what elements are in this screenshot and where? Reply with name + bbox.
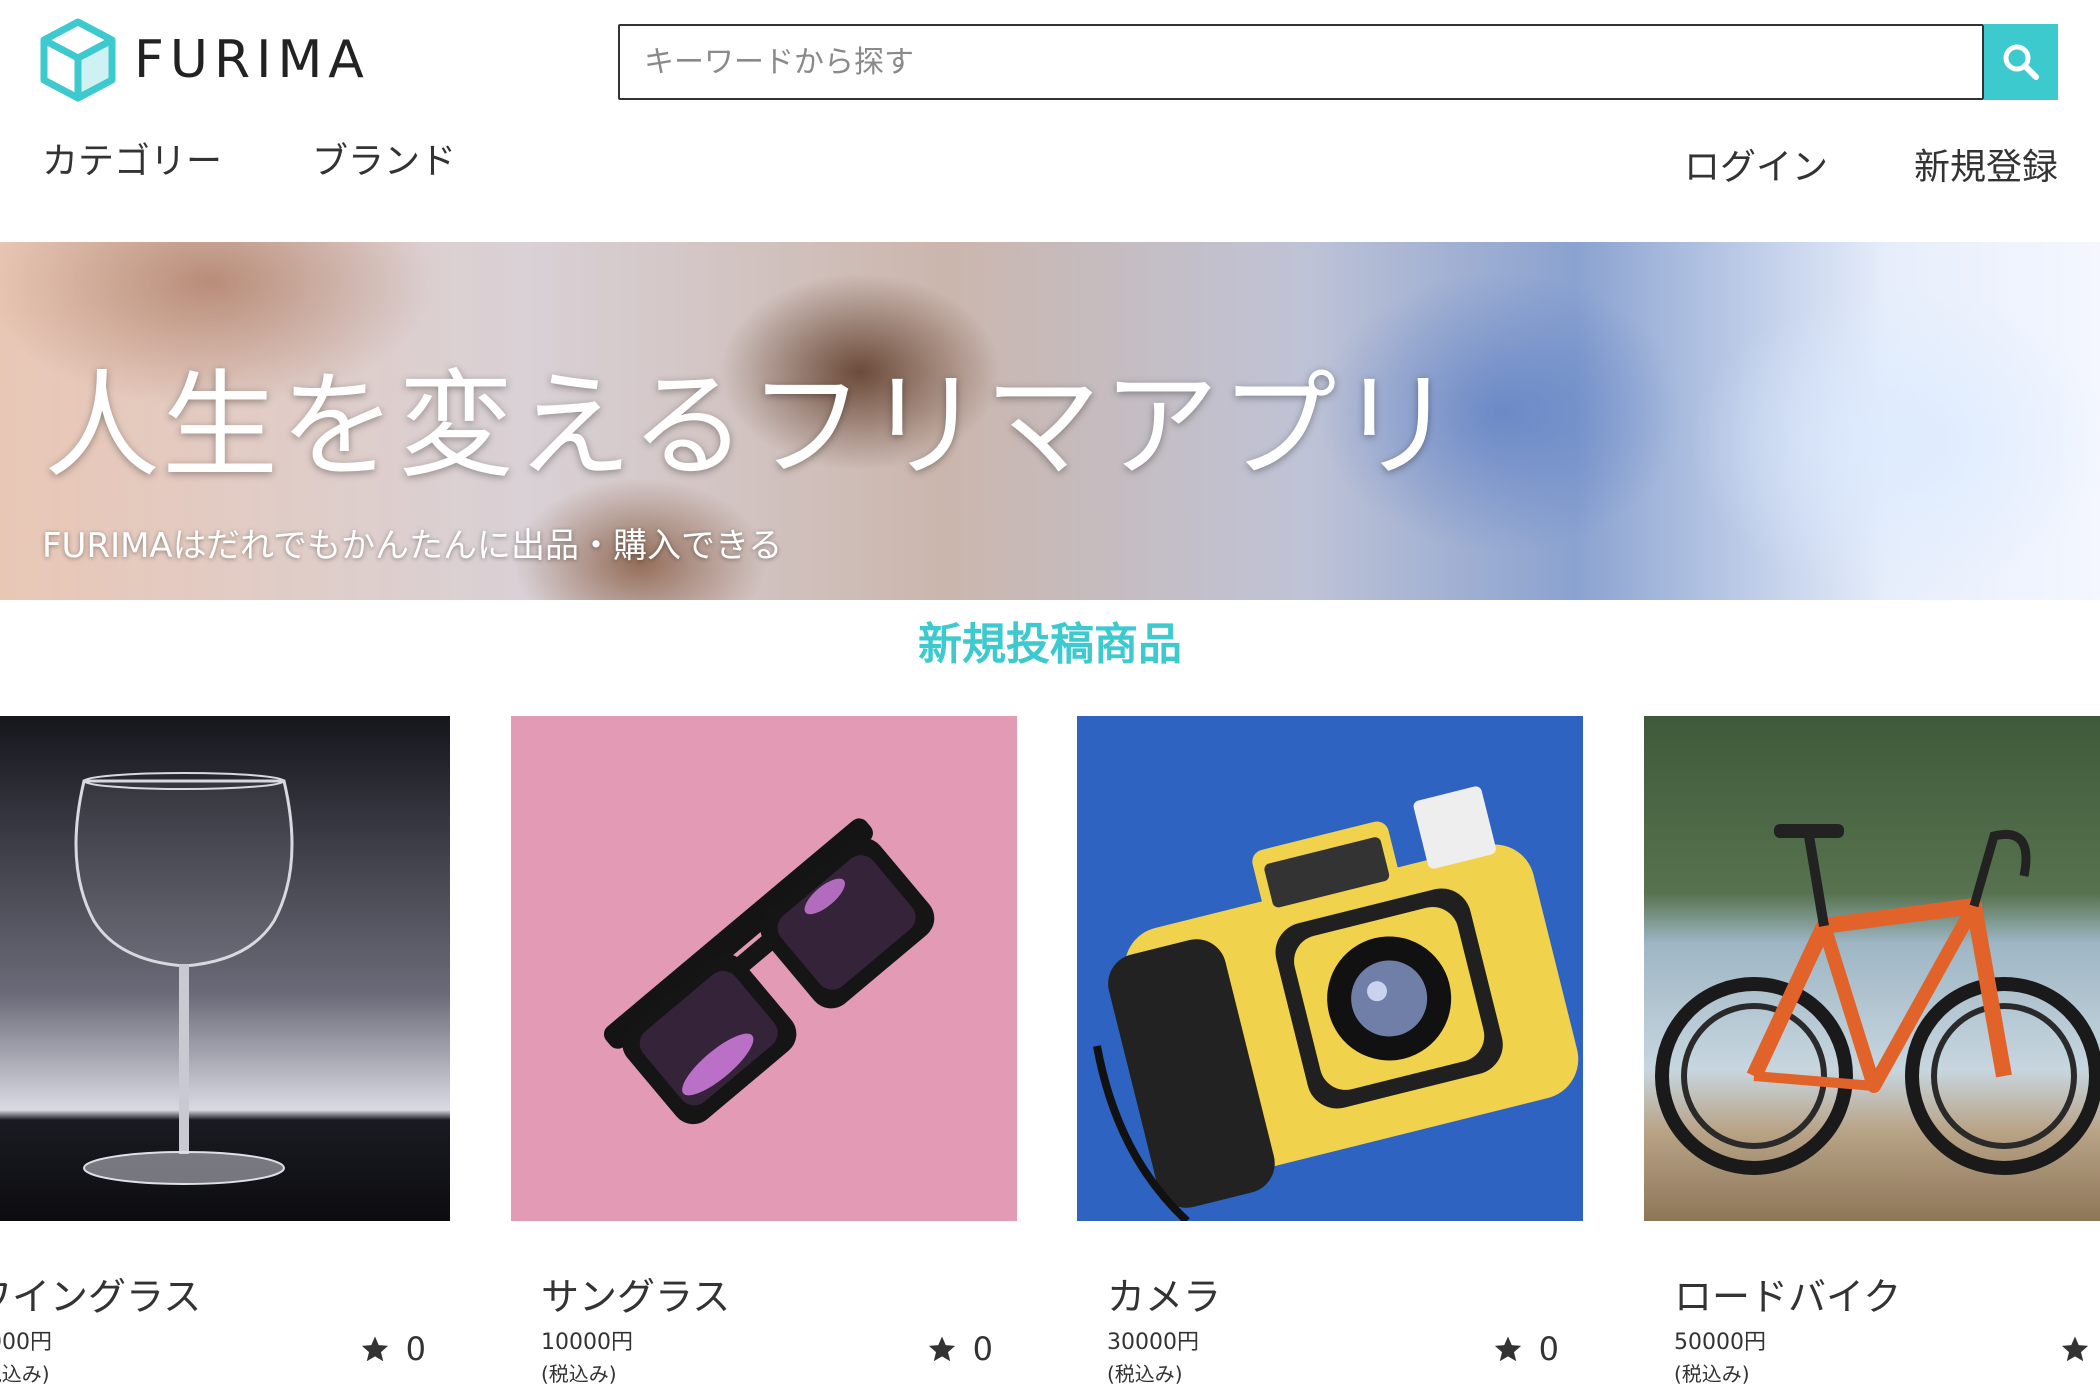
section-title: 新規投稿商品 bbox=[918, 619, 1182, 670]
product-price: 5000円 bbox=[0, 1330, 52, 1355]
product-image-wine-glass[interactable] bbox=[0, 716, 450, 1221]
page: FURIMA カテゴリー ブランド ログイン 新規登録 人生を変えるフリマアプリ… bbox=[0, 0, 2100, 1400]
like-count: 0 bbox=[405, 1330, 426, 1368]
hero-title: 人生を変えるフリマアプリ bbox=[44, 359, 1457, 494]
product-tax-note: (税込み) bbox=[1674, 1362, 1750, 1386]
product-price: 50000円 bbox=[1674, 1330, 1766, 1355]
search-input[interactable] bbox=[618, 24, 1984, 100]
box-icon bbox=[40, 18, 116, 102]
search-button[interactable] bbox=[1984, 24, 2058, 100]
product-image-road-bike[interactable] bbox=[1644, 716, 2100, 1221]
logo-text: FURIMA bbox=[134, 30, 370, 90]
like-counter[interactable]: 0 bbox=[927, 1330, 993, 1368]
nav-brand[interactable]: ブランド bbox=[312, 132, 456, 184]
star-icon bbox=[2061, 1336, 2088, 1362]
login-link[interactable]: ログイン bbox=[1684, 138, 1828, 190]
star-icon bbox=[361, 1336, 388, 1362]
product-image-sunglasses[interactable] bbox=[511, 716, 1017, 1221]
product-card[interactable]: ワイングラス 5000円 (税込み) 0 bbox=[0, 716, 450, 1400]
product-name[interactable]: カメラ bbox=[1107, 1266, 1221, 1321]
logo[interactable]: FURIMA bbox=[40, 18, 370, 102]
like-count: 0 bbox=[1538, 1330, 1559, 1368]
product-tax-note: (税込み) bbox=[541, 1362, 617, 1386]
search-icon bbox=[2003, 44, 2039, 80]
product-card[interactable]: ロードバイク 50000円 (税込み) 0 bbox=[1644, 716, 2100, 1400]
star-icon bbox=[1494, 1336, 1521, 1362]
nav-left: カテゴリー ブランド bbox=[42, 132, 456, 184]
search-bar bbox=[618, 24, 2058, 100]
like-counter[interactable]: 0 bbox=[360, 1330, 426, 1368]
hero-banner: 人生を変えるフリマアプリ FURIMAはだれでもかんたんに出品・購入できる bbox=[0, 242, 2100, 600]
nav-right: ログイン 新規登録 bbox=[1684, 138, 2058, 190]
product-tax-note: (税込み) bbox=[0, 1362, 50, 1386]
like-counter[interactable]: 0 bbox=[1493, 1330, 1559, 1368]
product-card[interactable]: カメラ 30000円 (税込み) 0 bbox=[1077, 716, 1583, 1400]
hero-subtitle: FURIMAはだれでもかんたんに出品・購入できる bbox=[42, 526, 783, 566]
nav-category[interactable]: カテゴリー bbox=[42, 132, 222, 184]
product-price: 30000円 bbox=[1107, 1330, 1199, 1355]
product-image-camera[interactable] bbox=[1077, 716, 1583, 1221]
like-counter[interactable]: 0 bbox=[2060, 1330, 2100, 1368]
product-tax-note: (税込み) bbox=[1107, 1362, 1183, 1386]
product-name[interactable]: ロードバイク bbox=[1674, 1266, 1901, 1321]
like-count: 0 bbox=[972, 1330, 993, 1368]
product-name[interactable]: ワイングラス bbox=[0, 1266, 201, 1321]
product-price: 10000円 bbox=[541, 1330, 633, 1355]
signup-link[interactable]: 新規登録 bbox=[1914, 138, 2058, 190]
star-icon bbox=[928, 1336, 955, 1362]
product-name[interactable]: サングラス bbox=[541, 1266, 730, 1321]
product-card[interactable]: サングラス 10000円 (税込み) 0 bbox=[511, 716, 1017, 1400]
